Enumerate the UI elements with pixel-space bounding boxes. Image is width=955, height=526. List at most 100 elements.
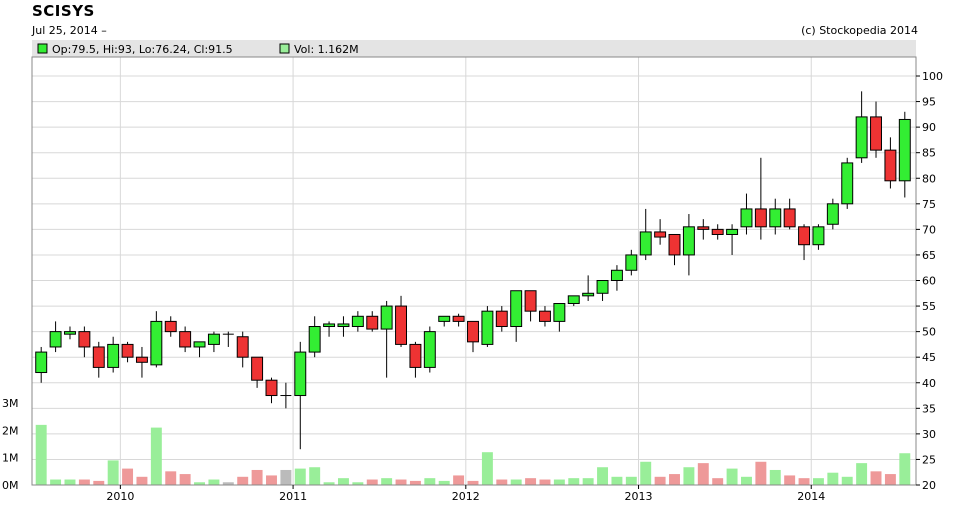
candle-body: [308, 326, 321, 353]
volume-bar: [467, 480, 479, 485]
candle-body: [567, 295, 580, 305]
volume-tick-label: 0M: [2, 479, 19, 492]
volume-bar: [841, 476, 853, 485]
candle-body: [380, 305, 393, 330]
volume-bar: [381, 478, 393, 485]
candle-body: [207, 333, 220, 345]
candle-body: [193, 341, 206, 348]
volume-bar: [237, 476, 249, 485]
price-volume-chart: Op:79.5, Hi:93, Lo:76.24, Cl:91.5 Vol: 1…: [2, 40, 943, 503]
candle-body: [107, 343, 120, 368]
volume-bar: [395, 479, 407, 485]
candle-body: [596, 280, 609, 294]
volume-bar: [856, 463, 868, 485]
candle-body: [553, 303, 566, 322]
price-tick-label: 80: [922, 172, 936, 185]
candle-body: [654, 231, 667, 238]
legend-ohlc-text: Op:79.5, Hi:93, Lo:76.24, Cl:91.5: [52, 43, 233, 56]
candle-body: [251, 356, 264, 381]
volume-bar: [150, 427, 162, 485]
candle-body: [467, 320, 479, 343]
price-tick-label: 100: [922, 70, 943, 83]
price-tick-label: 85: [922, 147, 936, 160]
volume-bar: [165, 471, 177, 485]
volume-bar: [597, 467, 609, 485]
candle-body: [538, 310, 551, 322]
price-tick-label: 40: [922, 377, 936, 390]
volume-bar: [496, 479, 508, 485]
volume-bar: [294, 468, 306, 485]
price-tick-label: 50: [922, 326, 936, 339]
candle-body: [639, 231, 652, 256]
candle-body: [812, 226, 825, 246]
volume-bar: [136, 476, 148, 485]
volume-tick-label: 3M: [2, 397, 19, 410]
candle-body: [668, 233, 681, 256]
candle-body: [769, 208, 782, 228]
candle-body: [783, 208, 796, 228]
legend-volume-swatch: [279, 43, 290, 54]
volume-bar: [899, 453, 911, 485]
candle-body: [438, 315, 451, 322]
price-tick-label: 35: [922, 402, 936, 415]
price-tick-label: 55: [922, 300, 936, 313]
price-tick-label: 95: [922, 96, 936, 109]
volume-tick-label: 1M: [2, 452, 19, 465]
volume-bar: [93, 480, 105, 485]
candle-body: [697, 226, 710, 230]
legend-volume-text: Vol: 1.162M: [294, 43, 359, 56]
candle-body: [351, 315, 364, 328]
candle-body: [726, 228, 739, 235]
volume-bar: [525, 478, 537, 485]
volume-bar: [50, 479, 62, 485]
candle-body: [49, 331, 62, 348]
candle-body: [92, 346, 105, 368]
volume-bar: [280, 469, 292, 485]
candle-body: [366, 315, 379, 330]
candle-body: [754, 208, 767, 228]
volume-bar: [251, 469, 263, 485]
candle-body: [164, 320, 177, 333]
volume-bar: [798, 478, 810, 485]
candle-body: [740, 208, 753, 228]
candle-body: [323, 323, 336, 328]
volume-bar: [266, 475, 277, 485]
year-tick-label: 2013: [625, 490, 653, 503]
price-tick-label: 25: [922, 453, 936, 466]
candle-body: [625, 254, 638, 271]
candle-body: [855, 116, 868, 159]
volume-bar: [208, 479, 220, 485]
price-tick-label: 30: [922, 428, 936, 441]
price-tick-label: 90: [922, 121, 936, 134]
price-tick-label: 70: [922, 223, 936, 236]
volume-bar: [35, 424, 47, 485]
volume-bar: [870, 471, 882, 485]
candle-body: [409, 343, 422, 368]
year-tick-label: 2012: [452, 490, 480, 503]
candle-body: [582, 292, 595, 297]
volume-bar: [78, 479, 90, 485]
candle-body: [35, 351, 48, 374]
volume-bar: [812, 478, 824, 485]
candle-body: [265, 379, 278, 397]
candle-body: [898, 118, 911, 182]
volume-bar: [122, 468, 134, 485]
candle-body: [452, 315, 465, 322]
volume-bar: [726, 468, 738, 485]
candle-body: [423, 331, 436, 368]
volume-bar: [481, 452, 493, 485]
volume-bar: [424, 478, 436, 485]
volume-bar: [337, 478, 349, 485]
candle-body: [510, 290, 523, 328]
volume-bar: [539, 479, 551, 485]
volume-bar: [582, 478, 594, 485]
candle-body: [495, 310, 508, 328]
candle-body: [798, 226, 811, 246]
volume-bar: [669, 474, 680, 485]
plot-frame: [31, 56, 917, 486]
volume-bar: [568, 478, 580, 485]
volume-bar: [409, 480, 421, 485]
volume-bar: [64, 479, 76, 485]
candle-body: [337, 323, 350, 328]
candles: [35, 91, 911, 450]
